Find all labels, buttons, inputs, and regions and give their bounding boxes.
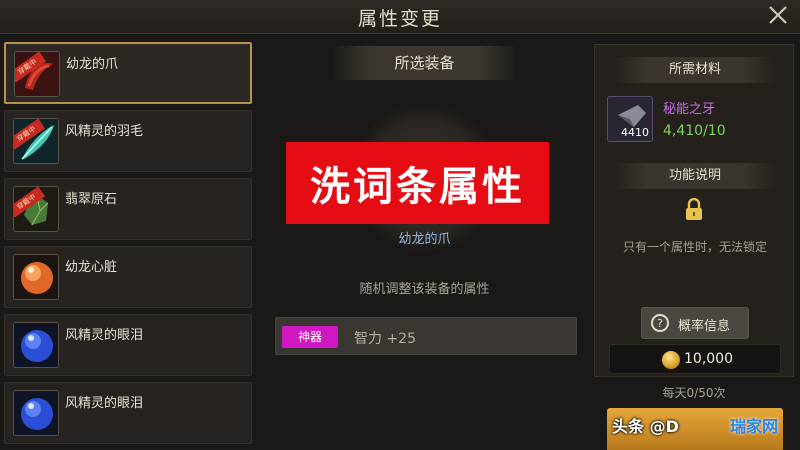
material-name: 秘能之牙 <box>663 102 716 117</box>
selected-equipment-title: 所选装备 <box>394 54 455 72</box>
question-icon: ? <box>651 314 669 332</box>
banner-text: 洗词条属性 <box>310 164 525 210</box>
overlay-banner: 洗词条属性 <box>286 142 549 224</box>
daily-limit: 每天0/50次 <box>662 386 726 400</box>
function-header: 功能说明 <box>615 163 775 189</box>
function-title: 功能说明 <box>668 168 721 183</box>
equipment-name: 翡翠原石 <box>65 192 118 207</box>
materials-title: 所需材料 <box>668 62 721 77</box>
equipment-list: 穿戴中 幼龙的爪 穿戴中 风精灵的羽毛 穿戴中 翡翠原石 幼龙心脏 风精灵的眼泪… <box>4 42 252 450</box>
equipment-item-spirit-tear[interactable]: 风精灵的眼泪 <box>4 314 252 376</box>
equipment-item-dragon-heart[interactable]: 幼龙心脏 <box>4 246 252 308</box>
title-bar: 属性变更 <box>0 0 800 34</box>
probability-label: 概率信息 <box>678 319 731 334</box>
requirements-panel: 所需材料 4410 秘能之牙 4,410/10 功能说明 只有一个属性时，无法锁… <box>594 44 794 377</box>
emerald-icon: 穿戴中 <box>13 186 59 232</box>
gold-cost: 10,000 <box>609 344 781 374</box>
window-title: 属性变更 <box>357 8 442 30</box>
equipment-name: 幼龙心脏 <box>65 260 118 275</box>
watermark-right: 瑞家网 <box>730 417 779 436</box>
lock-icon <box>686 198 702 220</box>
selected-equipment-name: 幼龙的爪 <box>398 232 451 247</box>
probability-info-button[interactable]: ? 概率信息 <box>641 307 749 339</box>
materials-header: 所需材料 <box>615 57 775 83</box>
equipment-item-claw[interactable]: 穿戴中 幼龙的爪 <box>4 42 252 104</box>
claw-icon: 穿戴中 <box>14 51 60 97</box>
attribute-row[interactable]: 神器 智力 +25 <box>275 317 577 355</box>
gold-amount: 10,000 <box>684 351 733 367</box>
material-quantity: 4,410/10 <box>663 123 726 139</box>
blue-orb-icon <box>13 322 59 368</box>
material-owned-count: 4410 <box>621 126 649 139</box>
gold-coin-icon <box>662 351 680 369</box>
equipment-name: 风精灵的眼泪 <box>65 328 144 343</box>
heart-orb-icon <box>13 254 59 300</box>
selected-equipment-header: 所选装备 <box>332 46 517 80</box>
equipment-item-feather[interactable]: 穿戴中 风精灵的羽毛 <box>4 110 252 172</box>
close-icon[interactable] <box>766 3 790 27</box>
equipment-name: 风精灵的眼泪 <box>65 396 144 411</box>
equipment-item-spirit-tear[interactable]: 风精灵的眼泪 <box>4 382 252 444</box>
watermark-left: 头条 @D <box>612 417 679 436</box>
attribute-value: 智力 +25 <box>354 331 416 347</box>
feather-icon: 穿戴中 <box>13 118 59 164</box>
blue-orb-icon <box>13 390 59 436</box>
equipment-item-emerald[interactable]: 穿戴中 翡翠原石 <box>4 178 252 240</box>
equipment-name: 风精灵的羽毛 <box>65 124 144 139</box>
artifact-badge: 神器 <box>282 326 338 348</box>
reroll-description: 随机调整该装备的属性 <box>359 282 490 297</box>
function-note: 只有一个属性时，无法锁定 <box>622 240 767 254</box>
selected-equipment-panel: 所选装备 洗词条属性 幼龙的爪 随机调整该装备的属性 神器 智力 +25 <box>262 42 587 450</box>
fang-crystal-icon[interactable]: 4410 <box>607 96 653 142</box>
equipment-name: 幼龙的爪 <box>66 57 119 72</box>
